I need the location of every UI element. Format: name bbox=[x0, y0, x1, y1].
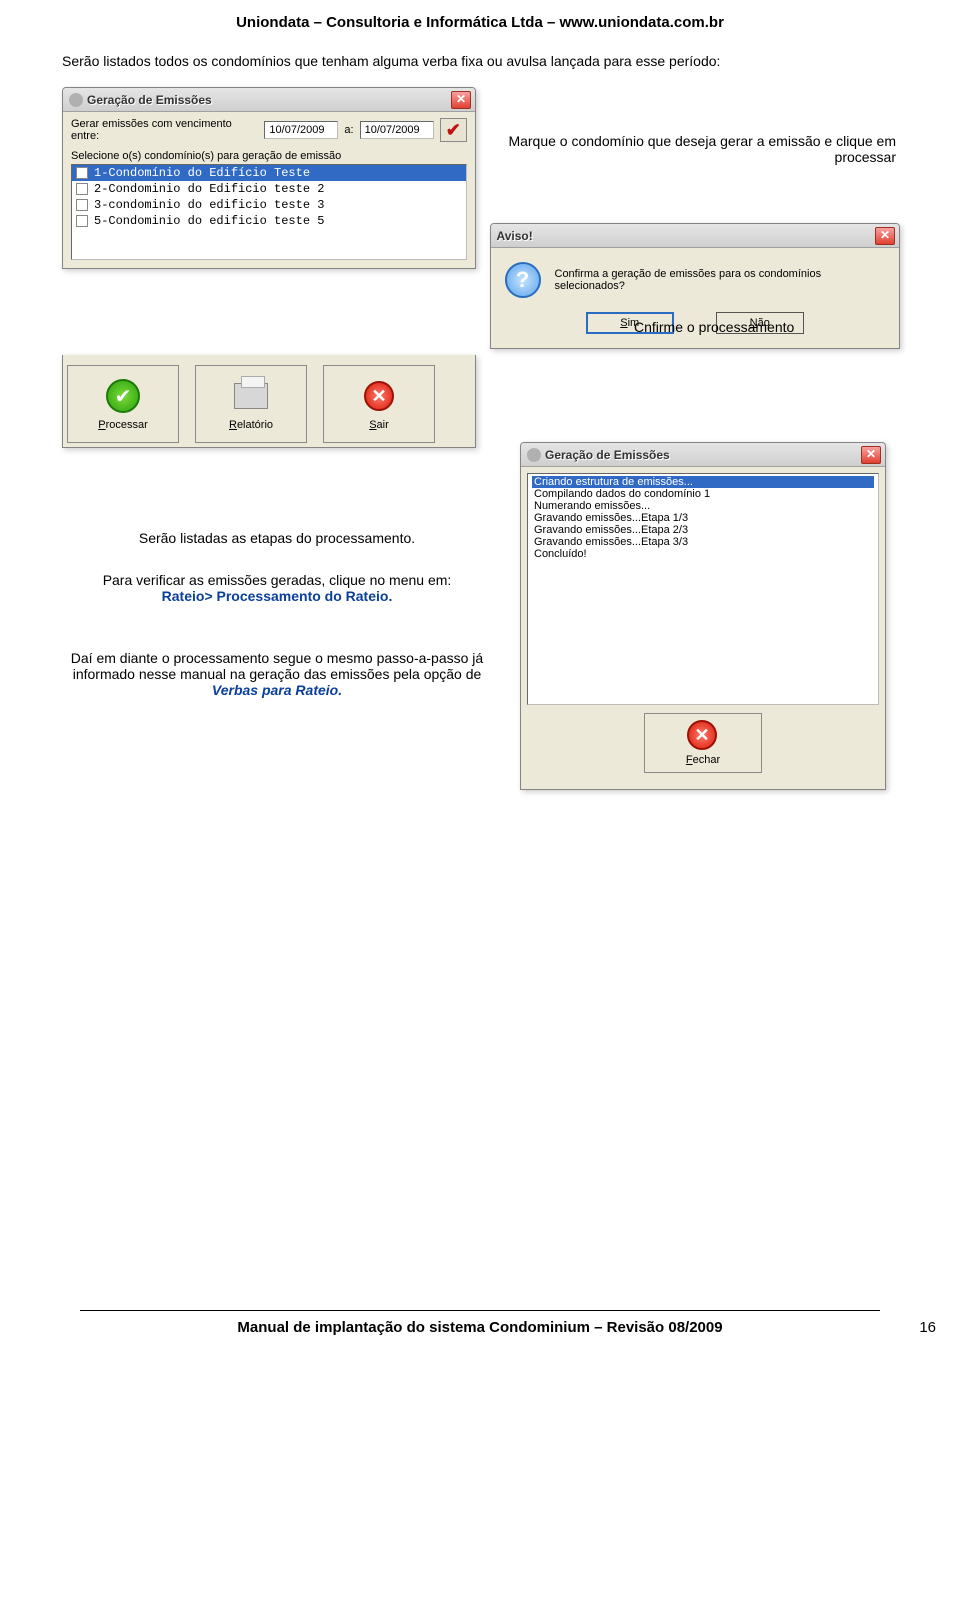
close-icon[interactable]: ✕ bbox=[451, 91, 471, 109]
page-footer: Manual de implantação do sistema Condomi… bbox=[80, 1310, 880, 1342]
page-header: Uniondata – Consultoria e Informática Lt… bbox=[0, 0, 960, 53]
cancel-icon: ✕ bbox=[364, 381, 394, 411]
gerar-label: Gerar emissões com vencimento entre: bbox=[71, 118, 258, 142]
emissoes-button-bar: ✔ Processar Relatório ✕ Sair bbox=[62, 355, 476, 448]
progress-window: Geração de Emissões ✕ Criando estrutura … bbox=[520, 442, 886, 790]
date-from-input[interactable] bbox=[264, 121, 338, 139]
list-item: Concluído! bbox=[532, 548, 874, 560]
condominios-listbox[interactable]: 1-Condomínio do Edifício Teste 2-Condomi… bbox=[71, 164, 467, 260]
confirm-text: Cnfirme o processamento bbox=[504, 319, 900, 335]
close-icon[interactable]: ✕ bbox=[875, 227, 895, 245]
verificar-path: Rateio> Processamento do Rateio. bbox=[162, 588, 393, 604]
verbas-text: Verbas para Rateio. bbox=[212, 682, 342, 698]
list-item: Criando estrutura de emissões... bbox=[532, 476, 874, 488]
dai-text: Daí em diante o processamento segue o me… bbox=[71, 650, 483, 682]
list-item: Numerando emissões... bbox=[532, 500, 874, 512]
intro-text: Serão listados todos os condomínios que … bbox=[62, 53, 900, 69]
fechar-button[interactable]: ✕ Fechar bbox=[644, 713, 762, 773]
aviso-message: Confirma a geração de emissões para os c… bbox=[555, 262, 886, 292]
aviso-titlebar[interactable]: Aviso! ✕ bbox=[491, 224, 900, 248]
selecione-label: Selecione o(s) condomínio(s) para geraçã… bbox=[71, 150, 467, 162]
page-number: 16 bbox=[919, 1319, 936, 1336]
confirm-dates-button[interactable]: ✔ bbox=[440, 118, 467, 142]
sair-button[interactable]: ✕ Sair bbox=[323, 365, 435, 443]
list-item[interactable]: 2-Condominio do Edificio teste 2 bbox=[72, 181, 466, 197]
emissoes-titlebar[interactable]: Geração de Emissões ✕ bbox=[63, 88, 475, 112]
question-icon: ? bbox=[505, 262, 541, 298]
marque-text: Marque o condomínio que deseja gerar a e… bbox=[504, 133, 900, 165]
printer-icon bbox=[234, 383, 268, 409]
emissoes-title: Geração de Emissões bbox=[87, 93, 212, 107]
list-item: Gravando emissões...Etapa 2/3 bbox=[532, 524, 874, 536]
list-item[interactable]: 5-Condominio do edificio teste 5 bbox=[72, 213, 466, 229]
window-icon bbox=[527, 448, 541, 462]
progress-titlebar[interactable]: Geração de Emissões ✕ bbox=[521, 443, 885, 467]
verificar-text: Para verificar as emissões geradas, cliq… bbox=[103, 572, 452, 588]
processar-button[interactable]: ✔ Processar bbox=[67, 365, 179, 443]
progress-title: Geração de Emissões bbox=[545, 448, 670, 462]
etapas-text: Serão listadas as etapas do processament… bbox=[62, 530, 492, 546]
check-icon: ✔ bbox=[106, 379, 140, 413]
list-item[interactable]: 3-condominio do edificio teste 3 bbox=[72, 197, 466, 213]
progress-list: Criando estrutura de emissões... Compila… bbox=[527, 473, 879, 705]
checkbox-icon[interactable] bbox=[76, 199, 88, 211]
list-item: Gravando emissões...Etapa 3/3 bbox=[532, 536, 874, 548]
cancel-icon: ✕ bbox=[687, 720, 717, 750]
window-icon bbox=[69, 93, 83, 107]
a-label: a: bbox=[344, 124, 353, 136]
relatorio-button[interactable]: Relatório bbox=[195, 365, 307, 443]
aviso-title: Aviso! bbox=[497, 229, 533, 243]
date-to-input[interactable] bbox=[360, 121, 434, 139]
checkbox-icon[interactable] bbox=[76, 183, 88, 195]
close-icon[interactable]: ✕ bbox=[861, 446, 881, 464]
list-item: Compilando dados do condomínio 1 bbox=[532, 488, 874, 500]
emissoes-window: Geração de Emissões ✕ Gerar emissões com… bbox=[62, 87, 476, 269]
checkbox-icon[interactable] bbox=[76, 215, 88, 227]
checkbox-icon[interactable] bbox=[76, 167, 88, 179]
list-item: Gravando emissões...Etapa 1/3 bbox=[532, 512, 874, 524]
list-item[interactable]: 1-Condomínio do Edifício Teste bbox=[72, 165, 466, 181]
